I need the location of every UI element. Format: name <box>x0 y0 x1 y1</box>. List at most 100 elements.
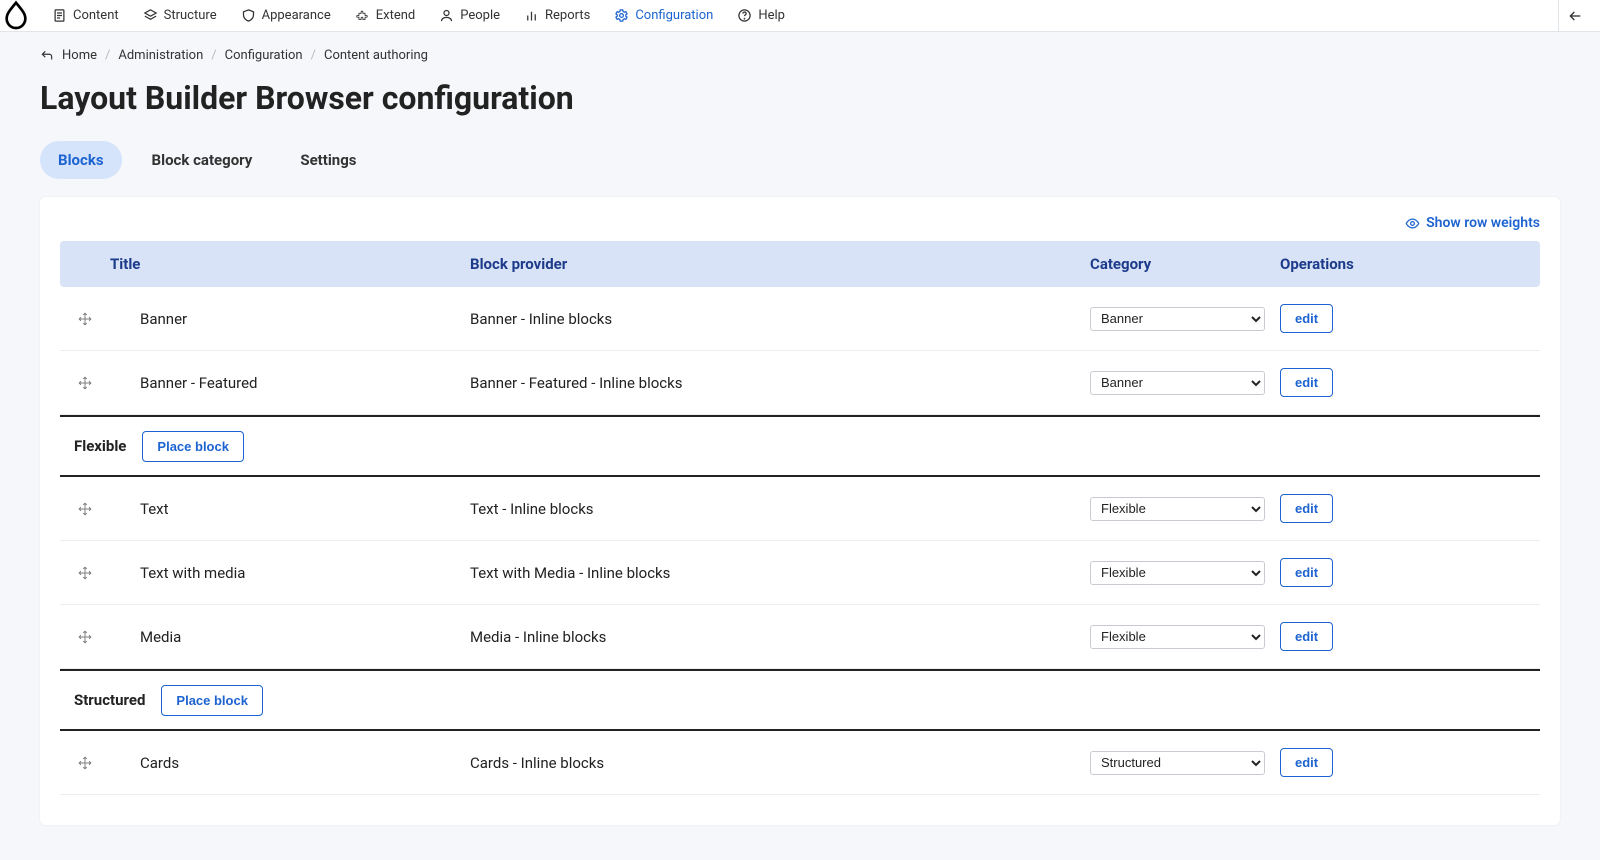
th-category: Category <box>1090 255 1280 273</box>
tab-block-category[interactable]: Block category <box>134 141 271 179</box>
category-select[interactable]: BannerFlexibleStructured <box>1090 625 1265 649</box>
tab-blocks[interactable]: Blocks <box>40 141 122 179</box>
topbar: Content Structure Appearance Extend Peop… <box>0 0 1600 32</box>
file-icon <box>52 8 67 23</box>
nav-structure[interactable]: Structure <box>131 0 229 32</box>
group-row: Flexible Place block <box>60 415 1540 477</box>
edit-button[interactable]: edit <box>1280 494 1333 523</box>
place-block-button[interactable]: Place block <box>142 431 244 462</box>
drag-icon <box>78 756 92 770</box>
drag-icon <box>78 312 92 326</box>
gear-icon <box>614 8 629 23</box>
breadcrumb-home[interactable]: Home <box>62 48 97 63</box>
nav-label: Reports <box>545 8 590 23</box>
category-select[interactable]: BannerFlexibleStructured <box>1090 561 1265 585</box>
group-title: Structured <box>74 691 145 709</box>
row-provider: Banner - Inline blocks <box>470 310 1090 328</box>
table-row: Text with mediaText with Media - Inline … <box>60 541 1540 605</box>
drag-handle[interactable] <box>60 630 110 644</box>
group-row: Structured Place block <box>60 669 1540 731</box>
category-select[interactable]: BannerFlexibleStructured <box>1090 751 1265 775</box>
drag-handle[interactable] <box>60 312 110 326</box>
show-row-weights-button[interactable]: Show row weights <box>1405 215 1540 231</box>
row-provider: Banner - Featured - Inline blocks <box>470 374 1090 392</box>
nav-appearance[interactable]: Appearance <box>229 0 343 32</box>
table-row: TextText - Inline blocksBannerFlexibleSt… <box>60 477 1540 541</box>
page-title: Layout Builder Browser configuration <box>40 79 1560 117</box>
category-select[interactable]: BannerFlexibleStructured <box>1090 371 1265 395</box>
row-title: Banner <box>110 310 470 328</box>
tabs: Blocks Block category Settings <box>40 141 1560 179</box>
table-row: MediaMedia - Inline blocksBannerFlexible… <box>60 605 1540 669</box>
place-block-button[interactable]: Place block <box>161 685 263 716</box>
category-select[interactable]: BannerFlexibleStructured <box>1090 307 1265 331</box>
puzzle-icon <box>355 8 370 23</box>
nav-reports[interactable]: Reports <box>512 0 602 32</box>
drag-icon <box>78 502 92 516</box>
nav-label: Configuration <box>635 8 713 23</box>
edit-button[interactable]: edit <box>1280 622 1333 651</box>
drag-icon <box>78 566 92 580</box>
nav-label: Extend <box>376 8 416 23</box>
breadcrumb-administration[interactable]: Administration <box>118 48 203 63</box>
drag-handle[interactable] <box>60 502 110 516</box>
arrow-left-icon <box>1567 8 1583 24</box>
table-header: Title Block provider Category Operations <box>60 241 1540 287</box>
back-button[interactable] <box>1558 0 1590 32</box>
tab-settings[interactable]: Settings <box>282 141 374 179</box>
logo-icon <box>0 0 32 32</box>
drag-icon <box>78 630 92 644</box>
row-provider: Cards - Inline blocks <box>470 754 1090 772</box>
row-title: Banner - Featured <box>110 374 470 392</box>
rows-container: BannerBanner - Inline blocksBannerFlexib… <box>60 287 1540 795</box>
nav-content[interactable]: Content <box>40 0 131 32</box>
breadcrumb: Home / Administration / Configuration / … <box>40 48 1560 63</box>
edit-button[interactable]: edit <box>1280 748 1333 777</box>
table-row: CardsCards - Inline blocksBannerFlexible… <box>60 731 1540 795</box>
breadcrumb-content-authoring[interactable]: Content authoring <box>324 48 428 63</box>
row-title: Text with media <box>110 564 470 582</box>
chart-icon <box>524 8 539 23</box>
help-icon <box>737 8 752 23</box>
nav-label: Appearance <box>262 8 331 23</box>
row-title: Media <box>110 628 470 646</box>
th-provider: Block provider <box>470 255 1090 273</box>
edit-button[interactable]: edit <box>1280 558 1333 587</box>
nav-people[interactable]: People <box>427 0 512 32</box>
nav-configuration[interactable]: Configuration <box>602 0 725 32</box>
content-card: Show row weights Title Block provider Ca… <box>40 197 1560 825</box>
user-icon <box>439 8 454 23</box>
edit-button[interactable]: edit <box>1280 368 1333 397</box>
return-icon <box>40 49 54 63</box>
show-row-weights-label: Show row weights <box>1426 215 1540 231</box>
card-toolbar: Show row weights <box>60 215 1540 231</box>
drag-handle[interactable] <box>60 566 110 580</box>
th-title: Title <box>110 255 470 273</box>
th-operations: Operations <box>1280 255 1440 273</box>
row-title: Text <box>110 500 470 518</box>
edit-button[interactable]: edit <box>1280 304 1333 333</box>
nav-label: Help <box>758 8 785 23</box>
page-body: Home / Administration / Configuration / … <box>0 32 1600 841</box>
nav-label: Content <box>73 8 119 23</box>
row-provider: Media - Inline blocks <box>470 628 1090 646</box>
layers-icon <box>143 8 158 23</box>
eye-icon <box>1405 216 1420 231</box>
topbar-left: Content Structure Appearance Extend Peop… <box>0 0 1558 32</box>
table-row: Banner - FeaturedBanner - Featured - Inl… <box>60 351 1540 415</box>
drag-icon <box>78 376 92 390</box>
breadcrumb-configuration[interactable]: Configuration <box>225 48 303 63</box>
nav-label: Structure <box>164 8 217 23</box>
nav-help[interactable]: Help <box>725 0 797 32</box>
shield-icon <box>241 8 256 23</box>
row-title: Cards <box>110 754 470 772</box>
row-provider: Text with Media - Inline blocks <box>470 564 1090 582</box>
drag-handle[interactable] <box>60 756 110 770</box>
nav-label: People <box>460 8 500 23</box>
table-row: BannerBanner - Inline blocksBannerFlexib… <box>60 287 1540 351</box>
category-select[interactable]: BannerFlexibleStructured <box>1090 497 1265 521</box>
row-provider: Text - Inline blocks <box>470 500 1090 518</box>
nav-extend[interactable]: Extend <box>343 0 428 32</box>
group-title: Flexible <box>74 437 126 455</box>
drag-handle[interactable] <box>60 376 110 390</box>
